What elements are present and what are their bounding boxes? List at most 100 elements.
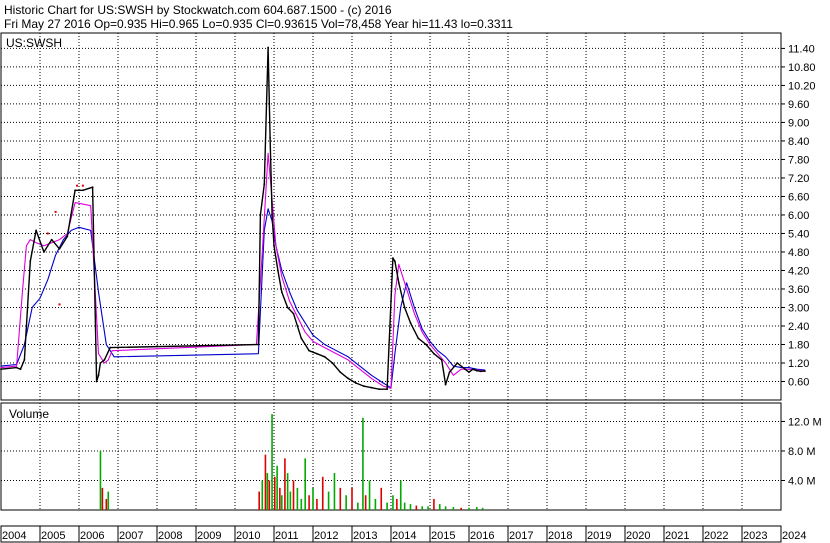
volume-bar [105, 498, 108, 510]
volume-bar [321, 476, 324, 510]
volume-bar [300, 498, 303, 510]
volume-bar [364, 495, 367, 510]
price-point [23, 359, 26, 361]
price-point [390, 300, 392, 303]
year-tick-label: 2005 [41, 530, 65, 542]
price-point [280, 291, 283, 293]
price-point [394, 260, 396, 263]
year-tick-label: 2006 [80, 530, 104, 542]
price-tick-label: 1.20 [788, 358, 809, 370]
price-annotation-mark [58, 303, 61, 306]
price-point [323, 355, 326, 358]
volume-bar [409, 504, 412, 510]
price-point [95, 380, 98, 383]
volume-bar [396, 498, 398, 510]
volume-bar [268, 480, 271, 510]
price-point [433, 352, 435, 355]
volume-bar [276, 465, 278, 510]
volume-bar [415, 505, 418, 510]
price-tick-label: 10.20 [788, 80, 816, 92]
chart-header-line2: Fri May 27 2016 Op=0.935 Hi=0.965 Lo=0.9… [4, 17, 513, 31]
price-point [15, 366, 18, 369]
price-annotation-mark [76, 184, 79, 187]
price-point [300, 337, 303, 340]
volume-bar [444, 506, 447, 510]
volume-bar [316, 498, 318, 510]
price-point [109, 346, 112, 349]
volume-bar [374, 498, 377, 510]
price-point [91, 186, 94, 189]
price-tick-label: 7.20 [788, 173, 809, 185]
price-point [440, 359, 443, 361]
price-tick-label: 4.80 [788, 247, 809, 259]
price-tick-label: 1.80 [788, 339, 809, 351]
year-tick-label: 2009 [197, 530, 221, 542]
price-point [308, 349, 310, 352]
price-point [417, 337, 420, 340]
volume-bar [271, 414, 273, 510]
volume-bar [286, 473, 289, 510]
price-tick-label: 9.60 [788, 99, 809, 111]
volume-bar [468, 507, 470, 510]
volume-bar [403, 502, 406, 510]
price-point [484, 370, 486, 372]
price-point [35, 229, 37, 232]
price-point [50, 238, 53, 241]
price-point [43, 251, 45, 253]
price-point [362, 385, 365, 388]
volume-bar [427, 506, 429, 510]
volume-bar [362, 417, 364, 510]
volume-bar [308, 495, 310, 510]
year-tick-label: 2015 [431, 530, 455, 542]
volume-bar [345, 495, 347, 510]
price-point [444, 383, 447, 386]
stock-chart-window: Historic Chart for US:SWSH by Stockwatch… [0, 0, 830, 543]
price-point [292, 312, 295, 315]
volume-bar [261, 480, 264, 510]
year-tick-label: 2018 [548, 530, 572, 542]
year-tick-label: 2016 [470, 530, 494, 542]
price-point [339, 371, 342, 374]
price-point [267, 46, 270, 49]
volume-bar [279, 487, 281, 510]
price-point [347, 377, 349, 380]
volume-bar [392, 495, 394, 510]
price-point [259, 214, 262, 216]
volume-bar [266, 473, 269, 510]
volume-bar [296, 487, 299, 510]
price-point [472, 368, 474, 371]
price-point [409, 321, 412, 324]
price-point [370, 386, 373, 389]
volume-bar [107, 491, 110, 510]
price-tick-label: 11.40 [788, 43, 815, 55]
volume-tick-label: 12.0 M [788, 416, 822, 428]
price-annotation-mark [46, 232, 49, 235]
volume-bar [304, 458, 306, 510]
volume-tick-label: 8.0 M [788, 446, 816, 458]
volume-bar [327, 491, 330, 510]
volume-tick-label: 4.0 M [788, 475, 816, 487]
year-tick-label: 2010 [236, 530, 260, 542]
price-point [257, 343, 260, 346]
volume-bar [99, 450, 102, 510]
price-point [286, 306, 289, 309]
price-point [58, 247, 61, 250]
volume-bar [281, 495, 283, 510]
volume-bar [351, 487, 353, 510]
price-point [355, 382, 357, 384]
volume-bar [481, 507, 484, 510]
year-tick-label: 2019 [587, 530, 611, 542]
volume-bar [438, 504, 441, 510]
price-point [97, 374, 100, 377]
volume-panel-title: Volume [9, 407, 49, 421]
price-tick-label: 2.40 [788, 321, 809, 333]
year-tick-label: 2022 [704, 530, 728, 542]
price-point [403, 306, 406, 309]
price-point [19, 368, 22, 371]
price-point [456, 362, 459, 364]
year-tick-label: 2020 [626, 530, 650, 542]
price-tick-label: 5.40 [788, 228, 809, 240]
price-tick-label: 10.80 [788, 62, 816, 74]
price-point [82, 189, 84, 192]
volume-bar [289, 491, 292, 510]
